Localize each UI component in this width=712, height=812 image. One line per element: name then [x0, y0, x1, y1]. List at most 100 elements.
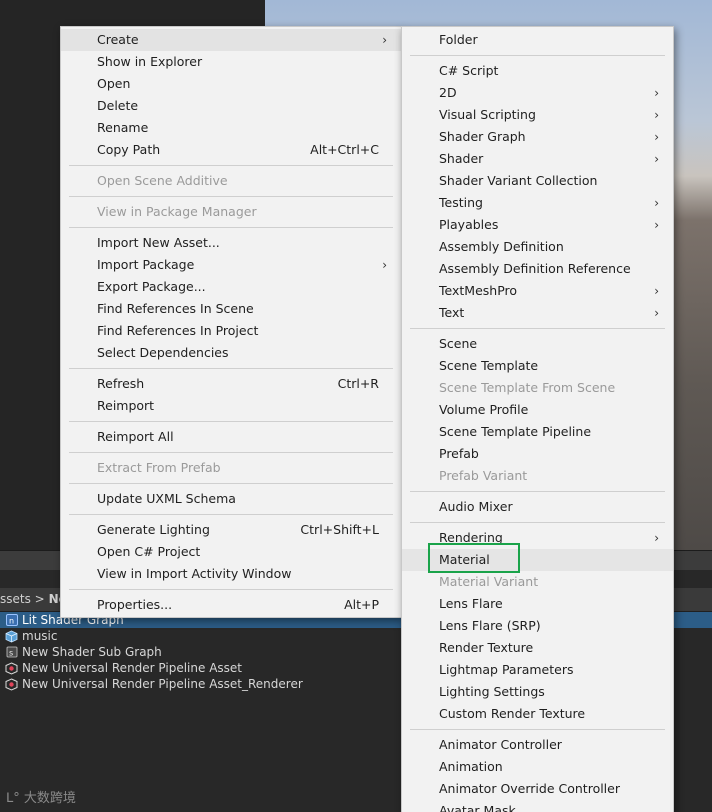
menu-item-properties[interactable]: Properties... Alt+P	[61, 594, 401, 616]
menu-item-generate-lighting[interactable]: Generate Lighting Ctrl+Shift+L	[61, 519, 401, 541]
submenu-item-assembly-definition[interactable]: Assembly Definition	[402, 236, 673, 258]
menu-item-label: Delete	[97, 98, 139, 113]
breadcrumb[interactable]: ssets > Ne	[0, 592, 67, 606]
menu-item-label: Visual Scripting	[439, 107, 536, 122]
submenu-item-2d[interactable]: 2D ›	[402, 82, 673, 104]
submenu-item-shader[interactable]: Shader ›	[402, 148, 673, 170]
menu-item-label: Reimport All	[97, 429, 174, 444]
menu-item-label: Volume Profile	[439, 402, 529, 417]
menu-item-label: Shader Variant Collection	[439, 173, 598, 188]
chevron-right-icon: ›	[654, 196, 659, 210]
submenu-item-playables[interactable]: Playables ›	[402, 214, 673, 236]
menu-separator	[69, 165, 393, 166]
menu-item-open-csharp-project[interactable]: Open C# Project	[61, 541, 401, 563]
menu-item-find-refs-scene[interactable]: Find References In Scene	[61, 298, 401, 320]
submenu-item-lightmap-parameters[interactable]: Lightmap Parameters	[402, 659, 673, 681]
breadcrumb-separator: >	[34, 592, 45, 606]
submenu-item-lighting-settings[interactable]: Lighting Settings	[402, 681, 673, 703]
submenu-item-textmeshpro[interactable]: TextMeshPro ›	[402, 280, 673, 302]
menu-item-label: Assembly Definition	[439, 239, 564, 254]
submenu-item-custom-render-texture[interactable]: Custom Render Texture	[402, 703, 673, 725]
menu-item-label: Properties...	[97, 597, 173, 612]
submenu-item-audio-mixer[interactable]: Audio Mixer	[402, 496, 673, 518]
watermark-logo-icon: ᒪ°	[6, 791, 20, 806]
menu-item-view-in-import-activity[interactable]: View in Import Activity Window	[61, 563, 401, 585]
menu-item-label: Copy Path	[97, 142, 161, 157]
menu-item-label: Update UXML Schema	[97, 491, 236, 506]
submenu-item-volume-profile[interactable]: Volume Profile	[402, 399, 673, 421]
menu-item-label: Open	[97, 76, 131, 91]
menu-item-label: Folder	[439, 32, 478, 47]
submenu-item-animation[interactable]: Animation	[402, 756, 673, 778]
submenu-item-assembly-definition-reference[interactable]: Assembly Definition Reference	[402, 258, 673, 280]
menu-item-label: Import Package	[97, 257, 195, 272]
menu-item-import-package[interactable]: Import Package ›	[61, 254, 401, 276]
submenu-item-animator-controller[interactable]: Animator Controller	[402, 734, 673, 756]
menu-item-export-package[interactable]: Export Package...	[61, 276, 401, 298]
submenu-item-scene-template[interactable]: Scene Template	[402, 355, 673, 377]
watermark-text: 大数跨境	[23, 791, 76, 806]
asset-context-menu: Create › Show in Explorer Open Delete Re…	[60, 26, 402, 618]
menu-item-delete[interactable]: Delete	[61, 95, 401, 117]
menu-separator	[69, 421, 393, 422]
menu-item-label: Lighting Settings	[439, 684, 545, 699]
submenu-item-avatar-mask[interactable]: Avatar Mask	[402, 800, 673, 812]
menu-item-label: Audio Mixer	[439, 499, 513, 514]
menu-item-shortcut: Ctrl+Shift+L	[300, 522, 379, 537]
menu-item-label: C# Script	[439, 63, 499, 78]
package-icon	[5, 630, 18, 643]
submenu-item-testing[interactable]: Testing ›	[402, 192, 673, 214]
menu-item-label: Reimport	[97, 398, 155, 413]
submenu-item-scene-template-pipeline[interactable]: Scene Template Pipeline	[402, 421, 673, 443]
menu-item-import-new-asset[interactable]: Import New Asset...	[61, 232, 401, 254]
menu-item-label: Custom Render Texture	[439, 706, 586, 721]
menu-item-find-refs-project[interactable]: Find References In Project	[61, 320, 401, 342]
menu-separator	[410, 55, 665, 56]
menu-item-label: Export Package...	[97, 279, 206, 294]
menu-item-shortcut: Alt+P	[344, 597, 379, 612]
menu-separator	[69, 589, 393, 590]
breadcrumb-root[interactable]: ssets	[0, 592, 31, 606]
menu-item-refresh[interactable]: Refresh Ctrl+R	[61, 373, 401, 395]
menu-separator	[69, 196, 393, 197]
watermark: ᒪ° 大数跨境	[6, 787, 76, 806]
submenu-item-csharp-script[interactable]: C# Script	[402, 60, 673, 82]
submenu-item-lens-flare[interactable]: Lens Flare	[402, 593, 673, 615]
menu-item-rename[interactable]: Rename	[61, 117, 401, 139]
menu-item-create[interactable]: Create ›	[61, 29, 401, 51]
submenu-item-scene[interactable]: Scene	[402, 333, 673, 355]
submenu-item-prefab-variant: Prefab Variant	[402, 465, 673, 487]
chevron-right-icon: ›	[654, 130, 659, 144]
submenu-item-shader-variant-collection[interactable]: Shader Variant Collection	[402, 170, 673, 192]
submenu-item-text[interactable]: Text ›	[402, 302, 673, 324]
menu-item-show-in-explorer[interactable]: Show in Explorer	[61, 51, 401, 73]
menu-item-label: Playables	[439, 217, 499, 232]
menu-item-label: 2D	[439, 85, 457, 100]
menu-item-open[interactable]: Open	[61, 73, 401, 95]
submenu-item-render-texture[interactable]: Render Texture	[402, 637, 673, 659]
menu-item-reimport-all[interactable]: Reimport All	[61, 426, 401, 448]
menu-item-open-scene-additive: Open Scene Additive	[61, 170, 401, 192]
submenu-item-prefab[interactable]: Prefab	[402, 443, 673, 465]
chevron-right-icon: ›	[382, 33, 387, 47]
menu-item-copy-path[interactable]: Copy Path Alt+Ctrl+C	[61, 139, 401, 161]
submenu-item-lens-flare-srp[interactable]: Lens Flare (SRP)	[402, 615, 673, 637]
submenu-item-animator-override-controller[interactable]: Animator Override Controller	[402, 778, 673, 800]
menu-item-label: Find References In Scene	[97, 301, 254, 316]
submenu-item-visual-scripting[interactable]: Visual Scripting ›	[402, 104, 673, 126]
menu-item-extract-from-prefab: Extract From Prefab	[61, 457, 401, 479]
menu-item-label: TextMeshPro	[439, 283, 518, 298]
menu-item-label: Assembly Definition Reference	[439, 261, 631, 276]
menu-item-select-dependencies[interactable]: Select Dependencies	[61, 342, 401, 364]
menu-separator	[69, 514, 393, 515]
menu-separator	[410, 522, 665, 523]
menu-item-update-uxml-schema[interactable]: Update UXML Schema	[61, 488, 401, 510]
submenu-item-folder[interactable]: Folder	[402, 29, 673, 51]
menu-item-reimport[interactable]: Reimport	[61, 395, 401, 417]
chevron-right-icon: ›	[654, 108, 659, 122]
chevron-right-icon: ›	[654, 152, 659, 166]
svg-text:n: n	[9, 617, 14, 626]
submenu-item-shader-graph[interactable]: Shader Graph ›	[402, 126, 673, 148]
menu-item-label: Shader	[439, 151, 484, 166]
menu-item-label: Avatar Mask	[439, 803, 516, 812]
